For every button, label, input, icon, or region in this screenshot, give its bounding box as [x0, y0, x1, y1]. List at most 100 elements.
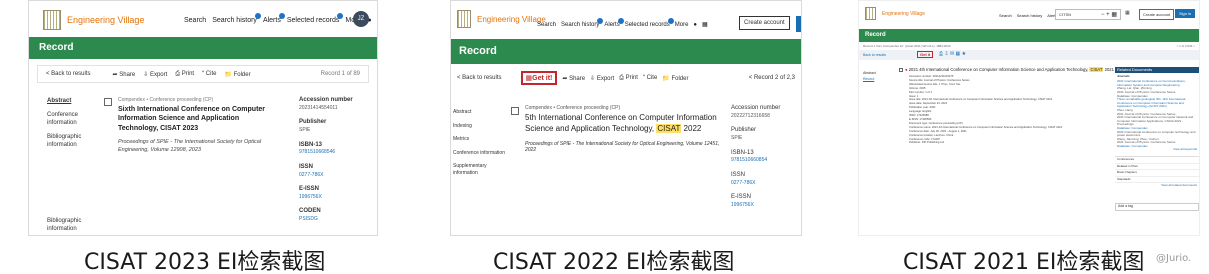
record-main: Compendex • Conference proceeding (CP) 5…: [511, 105, 723, 153]
back-to-results-link[interactable]: < Back to results: [457, 75, 502, 81]
nav-alerts[interactable]: Alerts: [604, 17, 624, 28]
top-nav: Search Search history Alerts: [999, 13, 1058, 18]
nav-selected-records[interactable]: Selected records: [625, 17, 674, 28]
caption-2021: CISAT 2021 EI检索截图: [903, 250, 1145, 274]
logo[interactable]: Engineering Village: [43, 10, 144, 30]
nav-search[interactable]: Search: [999, 13, 1012, 18]
sign-in-button[interactable]: Sign in: [1175, 9, 1196, 18]
export-button[interactable]: ⇩ Export: [590, 75, 614, 82]
issn-link[interactable]: 0277-786X: [731, 180, 801, 187]
rail-book-chapters[interactable]: Book Chapters: [1115, 170, 1199, 177]
record-title: ● 2021 4th International Conference on C…: [899, 67, 1114, 72]
back-to-results-link[interactable]: Back to results: [863, 53, 886, 57]
isbn-link[interactable]: 9781510660854: [731, 157, 801, 164]
related-documents: Related Documents Journals 2021 Internat…: [1115, 67, 1199, 211]
issn-link[interactable]: 0277-786X: [299, 172, 377, 179]
search-term-highlight: CISAT: [656, 123, 682, 133]
add-tag-button[interactable]: Add a tag: [1115, 203, 1199, 211]
select-checkbox[interactable]: [104, 98, 112, 106]
cite-button[interactable]: “ Cite: [202, 71, 216, 77]
create-account-button[interactable]: Create account: [1139, 9, 1175, 20]
side-nav-record[interactable]: Record: [863, 77, 876, 83]
help-icon[interactable]: ●: [693, 22, 697, 28]
get-it-button[interactable]: Get it: [917, 51, 934, 58]
nav-search-history[interactable]: Search history: [212, 12, 261, 24]
open-access-icon: ●: [905, 67, 908, 72]
view-all-related-link[interactable]: View all related documents: [1115, 183, 1199, 189]
nav-search-history[interactable]: Search history: [1017, 13, 1043, 18]
create-account-button[interactable]: Create account: [739, 16, 790, 30]
nav-alerts[interactable]: Alerts: [263, 12, 285, 24]
side-nav-abstract[interactable]: Abstract: [47, 97, 107, 105]
export-button[interactable]: ⇩ Export: [143, 71, 167, 78]
side-nav-conference[interactable]: Conference information: [47, 111, 107, 127]
record-main: ● 2021 4th International Conference on C…: [899, 67, 1114, 145]
select-checkbox[interactable]: [899, 67, 903, 72]
logo[interactable]: Engineering Village: [865, 7, 925, 20]
side-nav-bibliographic-2[interactable]: Bibliographic information: [47, 217, 107, 233]
rail-conferences[interactable]: Conferences: [1115, 157, 1199, 164]
badge-dot: [337, 12, 344, 19]
screenshot-panel-2023: Engineering Village Search Search histor…: [28, 0, 378, 236]
print-button[interactable]: ⎙ Print: [175, 71, 194, 78]
record-main: Compendex • Conference proceeding (CP) S…: [104, 97, 279, 154]
folder-button[interactable]: 📁 Folder: [662, 75, 688, 82]
side-nav-indexing[interactable]: Indexing: [453, 123, 511, 130]
record-field: Publisher: IOP Publishing Ltd: [909, 141, 944, 145]
related-title: Related Documents: [1115, 67, 1199, 73]
record-bar: Record: [859, 29, 1199, 42]
share-button[interactable]: ➦ Share: [562, 75, 585, 82]
caption-2022: CISAT 2022 EI检索截图: [493, 250, 735, 274]
doc-type: Compendex • Conference proceeding (CP): [525, 105, 621, 111]
record-bar: Record: [29, 37, 377, 59]
pager[interactable]: < Record 2 of 2,3: [749, 75, 795, 81]
rail-standards[interactable]: Standards: [1115, 177, 1199, 184]
print-button[interactable]: ⎙ Print: [619, 75, 638, 82]
nav-selected-records[interactable]: Selected records: [287, 12, 344, 24]
rail-related-plum[interactable]: Related in Plum: [1115, 164, 1199, 171]
logo-icon: [457, 10, 471, 28]
record-tools-icons[interactable]: ⎙ ⇩ ✉ ▦ ★: [939, 51, 966, 57]
pager[interactable]: < 1 of 2,534 >: [1176, 44, 1195, 48]
record-source: Proceedings of SPIE - The International …: [118, 139, 262, 153]
institution-icon[interactable]: ▦: [1125, 10, 1130, 16]
folder-button[interactable]: 📁 Folder: [224, 71, 250, 78]
nav-search-history[interactable]: Search history: [561, 17, 604, 28]
screenshot-panel-2021: Engineering Village Search Search histor…: [858, 0, 1200, 236]
isbn-link[interactable]: 9781510668546: [299, 149, 377, 156]
eissn-link[interactable]: 1996756X: [299, 194, 377, 201]
side-nav-abstract[interactable]: Abstract: [863, 71, 876, 77]
cite-button[interactable]: “ Cite: [643, 75, 657, 81]
view-all-keywords-link[interactable]: View all keywords: [1115, 148, 1199, 152]
zoom-controls[interactable]: − + ▦: [1101, 11, 1117, 18]
badge-dot: [597, 17, 604, 24]
select-checkbox[interactable]: [511, 107, 519, 115]
side-nav-abstract[interactable]: Abstract: [453, 109, 511, 116]
avatar[interactable]: JZ: [353, 11, 369, 27]
nav-more[interactable]: More: [675, 22, 689, 28]
nav-search[interactable]: Search: [184, 17, 206, 24]
screenshot-panel-2022: Engineering Village Search Search histor…: [450, 0, 802, 236]
record-details: Accession number 20231414554011 Publishe…: [299, 97, 377, 223]
top-nav: Search Search history Alerts Selected re…: [184, 12, 377, 24]
caption-2023: CISAT 2023 EI检索截图: [84, 250, 326, 274]
eissn-link[interactable]: 1996756X: [731, 202, 801, 209]
side-nav-bibliographic[interactable]: Bibliographic information: [47, 133, 107, 149]
sign-in-button[interactable]: [796, 16, 801, 32]
header: Engineering Village Search Search histor…: [451, 1, 801, 39]
get-it-button[interactable]: ▦Get it!: [520, 71, 558, 85]
share-button[interactable]: ➦ Share: [113, 71, 136, 78]
search-input[interactable]: CITSN − + ▦: [1055, 9, 1121, 20]
side-nav-conference[interactable]: Conference information: [453, 150, 511, 157]
side-nav-supplementary[interactable]: Supplementary information: [453, 163, 511, 176]
institution-icon[interactable]: ▦: [702, 21, 708, 28]
back-to-results-link[interactable]: < Back to results: [46, 71, 91, 77]
logo-icon: [43, 10, 61, 30]
logo[interactable]: Engineering Village: [457, 10, 546, 28]
record-bar: Record: [451, 39, 801, 64]
side-nav-metrics[interactable]: Metrics: [453, 136, 511, 143]
nav-search[interactable]: Search: [537, 22, 556, 28]
pager[interactable]: Record 1 of 89: [321, 71, 360, 77]
coden-link[interactable]: PSISDG: [299, 216, 377, 223]
side-nav: Abstract Conference information Bibliogr…: [47, 97, 107, 232]
